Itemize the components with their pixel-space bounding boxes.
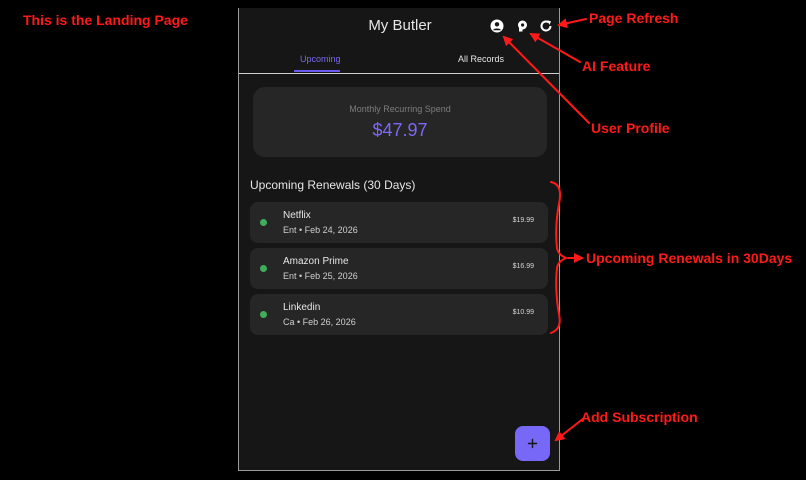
arrow-add-subscription [554, 417, 585, 442]
annotation-arrows [502, 18, 590, 442]
arrow-user-profile [502, 35, 590, 124]
arrow-page-refresh [557, 18, 587, 29]
arrow-ai-feature [529, 33, 581, 63]
renewals-bracket [550, 181, 569, 334]
